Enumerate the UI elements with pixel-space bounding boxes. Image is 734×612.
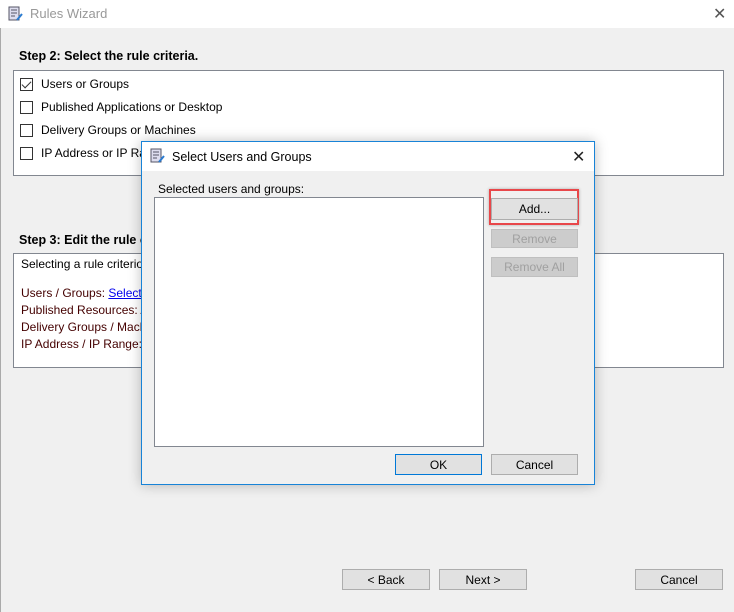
criterion-published-apps[interactable]: Published Applications or Desktop <box>20 97 222 117</box>
list-label: Selected users and groups: <box>158 182 305 196</box>
users-groups-line: Users / Groups: Select Users <box>21 286 146 300</box>
checkbox[interactable] <box>20 77 33 91</box>
published-resources-line: Published Resources: All <box>21 303 146 317</box>
next-button[interactable]: Next > <box>439 569 527 590</box>
dialog-close-icon[interactable]: ✕ <box>572 147 585 167</box>
checkbox[interactable] <box>20 100 33 114</box>
selected-users-list[interactable] <box>154 197 484 447</box>
checkbox[interactable] <box>20 146 33 160</box>
checkbox[interactable] <box>20 123 33 137</box>
dialog-title-bar: Select Users and Groups ✕ <box>142 142 594 171</box>
remove-all-button[interactable]: Remove All <box>491 257 578 277</box>
dialog-icon <box>150 148 165 163</box>
back-button[interactable]: < Back <box>342 569 430 590</box>
dialog-cancel-button[interactable]: Cancel <box>491 454 578 475</box>
window-border <box>0 28 1 612</box>
window-title: Rules Wizard <box>30 6 108 21</box>
window-title-bar: Rules Wizard ✕ <box>0 0 734 28</box>
criterion-label: Published Applications or Desktop <box>41 100 223 114</box>
select-users-dialog: Select Users and Groups ✕ Selected users… <box>141 141 595 485</box>
cancel-button[interactable]: Cancel <box>635 569 723 590</box>
criterion-label: Users or Groups <box>41 77 130 91</box>
ok-button[interactable]: OK <box>395 454 482 475</box>
close-icon[interactable]: ✕ <box>713 4 726 24</box>
delivery-groups-line: Delivery Groups / Machines: All <box>21 320 146 334</box>
rules-wizard-icon <box>8 6 23 21</box>
dialog-title: Select Users and Groups <box>172 150 312 164</box>
remove-button[interactable]: Remove <box>491 229 578 248</box>
users-groups-label: Users / Groups: <box>21 286 109 300</box>
description-intro: Selecting a rule criterion <box>21 257 146 271</box>
ip-address-line: IP Address / IP Range: All <box>21 337 146 351</box>
add-button[interactable]: Add... <box>491 198 578 220</box>
criterion-label: Delivery Groups or Machines <box>41 123 196 137</box>
step2-heading: Step 2: Select the rule criteria. <box>19 49 199 63</box>
criterion-users-or-groups[interactable]: Users or Groups <box>20 74 129 94</box>
criterion-delivery-groups[interactable]: Delivery Groups or Machines <box>20 120 196 140</box>
step3-heading: Step 3: Edit the rule criteria <box>19 233 144 247</box>
